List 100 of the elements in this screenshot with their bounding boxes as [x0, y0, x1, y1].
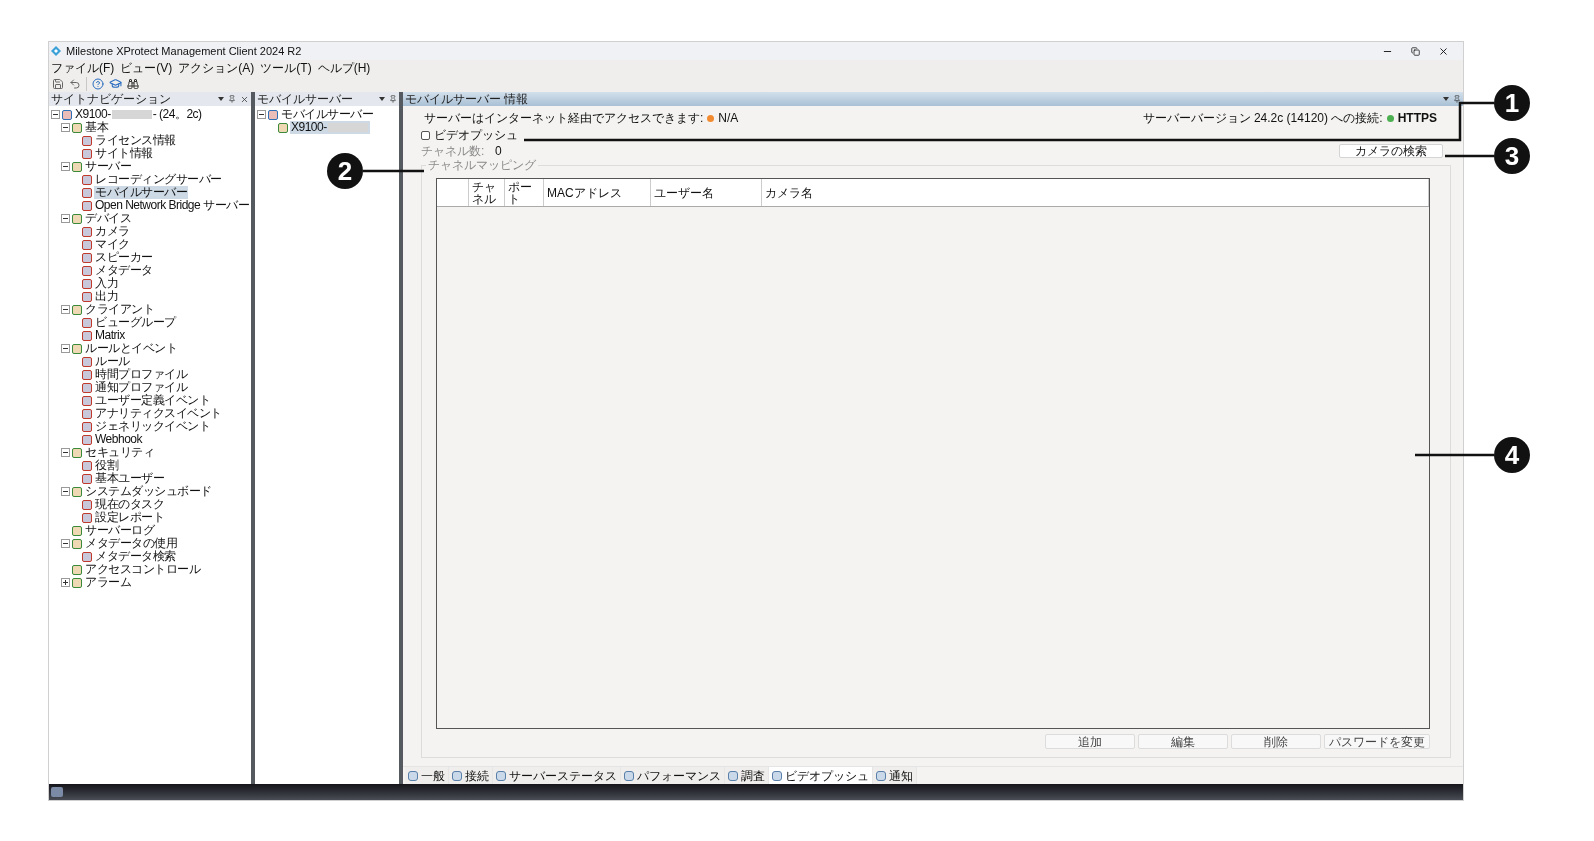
node-icon — [82, 148, 92, 159]
menu-item[interactable]: ヘルプ(H) — [317, 60, 371, 75]
binoculars-icon[interactable] — [127, 77, 139, 90]
node-icon — [62, 109, 72, 120]
tree-item[interactable]: サイト情報 — [94, 147, 154, 160]
tab[interactable]: 調査 — [725, 767, 769, 784]
tree-item[interactable]: アクセスコントロール — [84, 563, 201, 576]
pin-icon[interactable] — [228, 95, 236, 103]
tree-item[interactable]: モバイルサーバー — [280, 108, 374, 121]
tab-icon — [624, 770, 634, 781]
menu-item[interactable]: アクション(A) — [178, 60, 255, 75]
tree-item[interactable]: 現在のタスク — [94, 498, 165, 511]
tab[interactable]: 一般 — [405, 767, 449, 784]
tree-item[interactable]: 基本 — [84, 121, 109, 134]
tree-item[interactable]: モバイルサーバー — [94, 186, 188, 199]
undo-icon[interactable] — [69, 77, 81, 90]
tree-item[interactable]: セキュリティ — [84, 446, 155, 459]
dropdown-icon[interactable] — [218, 97, 224, 101]
pane-title: モバイルサーバー — [257, 92, 353, 106]
collapse-icon[interactable] — [61, 162, 70, 171]
tree-item[interactable]: 出力 — [94, 290, 119, 303]
tree-item[interactable]: システムダッシュボード — [84, 485, 213, 498]
tab-icon — [452, 770, 462, 781]
node-icon — [82, 512, 92, 523]
help-icon[interactable] — [92, 77, 104, 90]
collapse-icon[interactable] — [51, 110, 60, 119]
collapse-icon[interactable] — [61, 487, 70, 496]
pin-icon[interactable] — [389, 95, 397, 103]
save-icon[interactable] — [52, 77, 64, 90]
tree-item[interactable]: Matrix — [94, 329, 126, 342]
tree-item[interactable]: 設定レポート — [94, 511, 165, 524]
status-value: HTTPS — [1397, 110, 1437, 127]
pane-title: サイトナビゲーション — [51, 92, 171, 106]
tree-item[interactable]: カメラ — [94, 225, 131, 238]
tree-item[interactable]: ユーザー定義イベント — [94, 394, 211, 407]
action-button[interactable]: 追加 — [1045, 734, 1135, 749]
checkbox[interactable] — [421, 130, 430, 140]
tree-item[interactable]: デバイス — [84, 212, 132, 225]
tree-item[interactable]: X9100- - (24。2c) — [74, 108, 203, 121]
tree-item[interactable]: 時間プロファイル — [94, 368, 188, 381]
tree-item[interactable]: マイク — [94, 238, 131, 251]
collapse-icon[interactable] — [61, 214, 70, 223]
tree-item[interactable]: ジェネリックイベント — [94, 420, 211, 433]
node-icon — [72, 447, 82, 458]
menu-item[interactable]: ビュー(V) — [120, 60, 173, 75]
find-cameras-button[interactable]: カメラの検索 — [1339, 143, 1443, 158]
dropdown-icon[interactable] — [1443, 97, 1449, 101]
tree-item[interactable]: X9100- — [290, 121, 370, 134]
close-icon[interactable] — [1438, 45, 1449, 57]
pin-icon[interactable] — [1453, 95, 1461, 103]
collapse-icon[interactable] — [61, 448, 70, 457]
tree-item[interactable]: スピーカー — [94, 251, 154, 264]
status-icon — [51, 787, 63, 797]
tree-item[interactable]: メタデータ検索 — [94, 550, 177, 563]
expand-icon[interactable] — [61, 578, 70, 587]
action-button[interactable]: 削除 — [1231, 734, 1321, 749]
tree-item[interactable]: アラーム — [84, 576, 132, 589]
tree-item[interactable]: 役割 — [94, 459, 119, 472]
graduation-cap-icon[interactable] — [109, 77, 122, 90]
node-icon — [82, 291, 92, 302]
tree-item[interactable]: ビューグループ — [94, 316, 177, 329]
tree-item[interactable]: ルール — [94, 355, 131, 368]
status-value: N/A — [718, 110, 739, 127]
dropdown-icon[interactable] — [379, 97, 385, 101]
tab[interactable]: 通知 — [873, 767, 917, 784]
node-icon — [72, 486, 82, 497]
collapse-icon[interactable] — [61, 123, 70, 132]
tab[interactable]: サーバーステータス — [493, 767, 621, 784]
tree-item[interactable]: レコーディングサーバー — [94, 173, 223, 186]
tree-item[interactable]: 基本ユーザー — [94, 472, 165, 485]
tree-item[interactable]: クライアント — [84, 303, 155, 316]
action-button[interactable]: 編集 — [1138, 734, 1228, 749]
tree-item[interactable]: Webhook — [94, 433, 143, 446]
tab[interactable]: 接続 — [449, 767, 493, 784]
callout-number: 3 — [1494, 138, 1530, 174]
tree-item[interactable]: メタデータ — [94, 264, 154, 277]
collapse-icon[interactable] — [257, 110, 266, 119]
callout-number: 1 — [1494, 85, 1530, 121]
tree-item[interactable]: ライセンス情報 — [94, 134, 177, 147]
node-icon — [72, 564, 82, 575]
tab-icon — [408, 770, 418, 781]
tree-item[interactable]: 通知プロファイル — [94, 381, 188, 394]
tree-item[interactable]: アナリティクスイベント — [94, 407, 223, 420]
tree-item[interactable]: サーバー — [84, 160, 132, 173]
tree-item[interactable]: 入力 — [94, 277, 119, 290]
collapse-icon[interactable] — [61, 344, 70, 353]
menu-item[interactable]: ツール(T) — [260, 60, 312, 75]
tree-item[interactable]: メタデータの使用 — [84, 537, 178, 550]
restore-icon[interactable] — [1411, 46, 1420, 56]
node-icon — [72, 161, 82, 172]
tab[interactable]: パフォーマンス — [621, 767, 725, 784]
tree-item[interactable]: Open Network Bridge サーバー — [94, 199, 251, 212]
collapse-icon[interactable] — [61, 305, 70, 314]
tree-item[interactable]: サーバーログ — [84, 524, 155, 537]
tree-item[interactable]: ルールとイベント — [84, 342, 178, 355]
tab[interactable]: ビデオプッシュ — [769, 767, 873, 784]
action-button[interactable]: パスワードを変更 — [1324, 734, 1430, 749]
node-icon — [278, 122, 288, 133]
collapse-icon[interactable] — [61, 539, 70, 548]
menu-item[interactable]: ファイル(F) — [51, 60, 115, 75]
